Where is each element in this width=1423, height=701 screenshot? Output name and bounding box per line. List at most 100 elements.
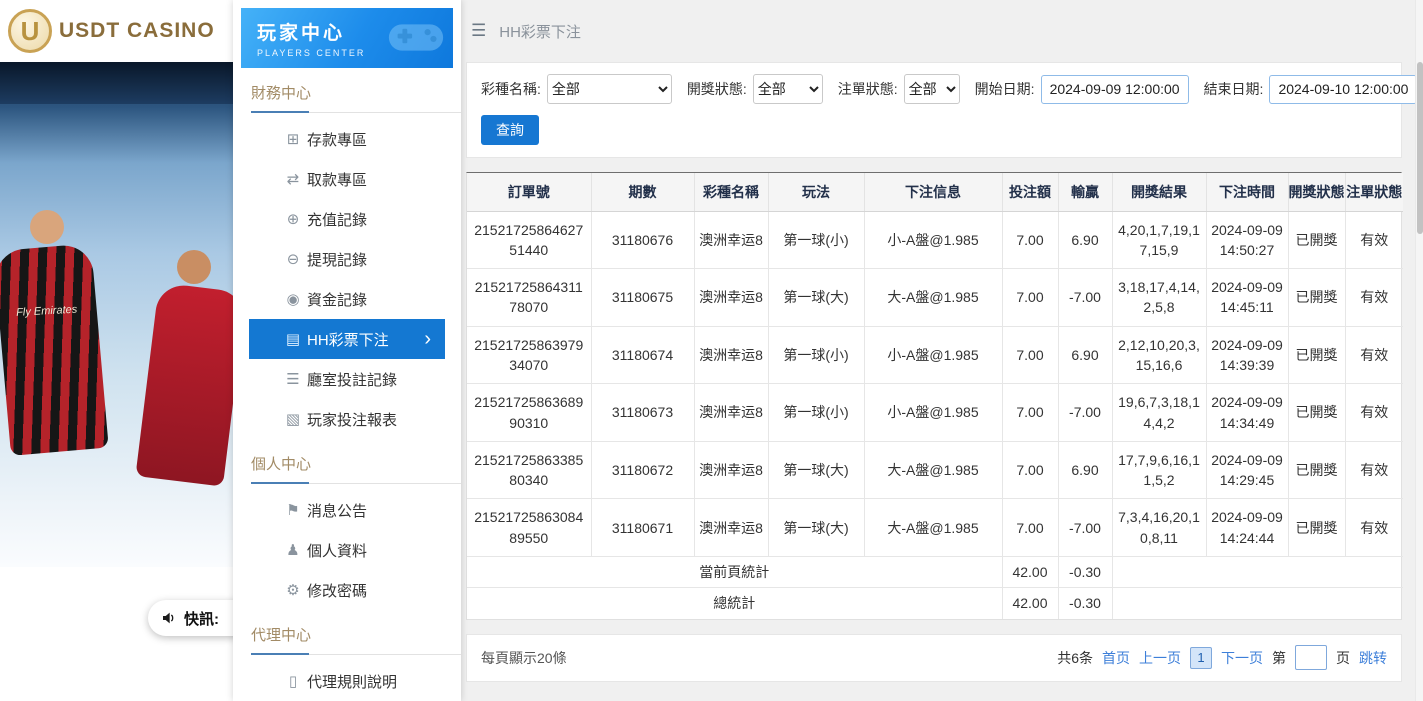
bet-cell: 31180672: [591, 441, 694, 499]
stadium-photo: Fly Emirates: [0, 62, 233, 567]
draw-status-select[interactable]: 全部: [753, 74, 823, 104]
sidebar-item-label: 提現記錄: [307, 249, 367, 270]
summary-cell: [1112, 588, 1403, 619]
sidebar-item-label: 代理規則說明: [307, 671, 397, 692]
section-title: 個人中心: [251, 453, 461, 484]
bet-cell: 31180675: [591, 269, 694, 327]
bet-cell: 第一球(小): [768, 326, 864, 384]
column-header: 開獎結果: [1112, 173, 1206, 211]
ticker-label: 快訊:: [184, 608, 219, 629]
sidebar-item-label: 個人資料: [307, 540, 367, 561]
first-page-link[interactable]: 首页: [1102, 648, 1130, 668]
fund-record-icon: ◉: [283, 290, 303, 308]
order-status-select[interactable]: 全部: [904, 74, 960, 104]
sidebar-item-player-bet-report[interactable]: ▧玩家投注報表: [249, 399, 445, 439]
bet-cell: 大-A盤@1.985: [864, 499, 1002, 557]
column-header: 下注時間: [1206, 173, 1288, 211]
bet-cell: 第一球(大): [768, 441, 864, 499]
bet-cell: 19,6,7,3,18,14,4,2: [1112, 384, 1206, 442]
bet-cell: 小-A盤@1.985: [864, 211, 1002, 269]
next-page-link[interactable]: 下一页: [1221, 648, 1263, 668]
bet-cell: 第一球(小): [768, 384, 864, 442]
sidebar-item-label: 取款專區: [307, 169, 367, 190]
bet-cell: 7.00: [1002, 269, 1058, 327]
scrollbar-thumb[interactable]: [1417, 62, 1423, 234]
striped-jersey: Fly Emirates: [0, 243, 109, 456]
logo-text: USDT CASINO: [59, 19, 215, 43]
summary-cell: 42.00: [1002, 557, 1058, 588]
bet-cell: 6.90: [1058, 211, 1112, 269]
current-page-badge[interactable]: 1: [1190, 647, 1212, 669]
section-title: 財務中心: [251, 82, 461, 113]
sidebar-item-label: 廳室投註記錄: [307, 369, 397, 390]
bet-cell: 2152172586368990310: [467, 384, 591, 442]
bet-cell: 有效: [1345, 326, 1403, 384]
lottery-name-select[interactable]: 全部: [547, 74, 672, 104]
user-icon: ♟: [283, 541, 303, 559]
bet-cell: 有效: [1345, 269, 1403, 327]
column-header: 開獎狀態: [1288, 173, 1345, 211]
sidebar-item-profile[interactable]: ♟個人資料: [249, 530, 445, 570]
bet-cell: 小-A盤@1.985: [864, 384, 1002, 442]
app-root: U USDT CASINO Fly Emirates 快訊:: [0, 0, 1423, 701]
sidebar-item-deposit-zone[interactable]: ⊞存款專區: [249, 119, 445, 159]
sidebar-item-withdraw-records[interactable]: ⊖提現記錄: [249, 239, 445, 279]
bet-cell: 7.00: [1002, 499, 1058, 557]
summary-row: 當前頁統計42.00-0.30: [467, 557, 1403, 588]
gear-icon: ⚙: [283, 581, 303, 599]
chevron-right-icon: ›: [424, 329, 431, 349]
bet-row: 215217258643117807031180675澳洲幸运8第一球(大)大-…: [467, 269, 1403, 327]
bet-cell: 2152172586462751440: [467, 211, 591, 269]
bet-cell: 31180674: [591, 326, 694, 384]
bet-row: 215217258639793407031180674澳洲幸运8第一球(小)小-…: [467, 326, 1403, 384]
bet-cell: 6.90: [1058, 326, 1112, 384]
end-date-input[interactable]: [1269, 75, 1417, 104]
page-jump-input[interactable]: [1295, 645, 1327, 670]
page-size-text: 每頁顯示20條: [481, 648, 567, 668]
section-title: 代理中心: [251, 624, 461, 655]
report-icon: ▧: [283, 410, 303, 428]
menu-toggle-icon[interactable]: ☰: [471, 21, 486, 41]
prev-page-link[interactable]: 上一页: [1139, 648, 1181, 668]
sidebar-item-announcements[interactable]: ⚑消息公告: [249, 490, 445, 530]
column-header: 投注額: [1002, 173, 1058, 211]
bet-cell: 有效: [1345, 499, 1403, 557]
bet-cell: -7.00: [1058, 384, 1112, 442]
query-button[interactable]: 查詢: [481, 115, 539, 145]
bet-cell: 31180671: [591, 499, 694, 557]
bet-cell: 大-A盤@1.985: [864, 441, 1002, 499]
main-topbar: ☰ HH彩票下注: [461, 0, 1415, 62]
sidebar-item-room-bet-records[interactable]: ☰廳室投註記錄: [249, 359, 445, 399]
bet-cell: 2024-09-09 14:29:45: [1206, 441, 1288, 499]
bet-cell: 2024-09-09 14:24:44: [1206, 499, 1288, 557]
sidebar-item-agent-rules[interactable]: ▯代理規則說明: [249, 661, 445, 701]
sidebar-item-change-password[interactable]: ⚙修改密碼: [249, 570, 445, 610]
recharge-record-icon: ⊕: [283, 210, 303, 228]
column-header: 訂單號: [467, 173, 591, 211]
summary-cell: 當前頁統計: [467, 557, 1002, 588]
usdt-casino-logo[interactable]: U USDT CASINO: [8, 9, 215, 53]
sidebar-item-withdraw-zone[interactable]: ⇄取款專區: [249, 159, 445, 199]
bet-cell: 第一球(大): [768, 499, 864, 557]
bet-cell: 2024-09-09 14:39:39: [1206, 326, 1288, 384]
main-content: ☰ HH彩票下注 彩種名稱: 全部 開獎狀態: 全部 注單狀態:: [461, 0, 1415, 701]
vertical-scrollbar[interactable]: [1415, 0, 1423, 701]
bet-cell: 31180673: [591, 384, 694, 442]
bet-cell: 2024-09-09 14:45:11: [1206, 269, 1288, 327]
bet-cell: 17,7,9,6,16,11,5,2: [1112, 441, 1206, 499]
start-date-input[interactable]: [1041, 75, 1189, 104]
sidebar-item-fund-records[interactable]: ◉資金記錄: [249, 279, 445, 319]
bet-cell: 澳洲幸运8: [694, 499, 768, 557]
table-body: 215217258646275144031180676澳洲幸运8第一球(小)小-…: [467, 211, 1403, 619]
sidebar-item-hh-lottery-bets[interactable]: ▤HH彩票下注›: [249, 319, 445, 359]
bet-cell: 7.00: [1002, 384, 1058, 442]
jump-button[interactable]: 跳转: [1359, 648, 1387, 668]
summary-row: 總統計42.00-0.30: [467, 588, 1403, 619]
filter-row: 彩種名稱: 全部 開獎狀態: 全部 注單狀態: 全部: [481, 74, 1387, 104]
pagination-bar: 每頁顯示20條 共6条 首页 上一页 1 下一页 第 页 跳转: [466, 634, 1402, 682]
sidebar-item-recharge-records[interactable]: ⊕充值記錄: [249, 199, 445, 239]
bet-cell: 大-A盤@1.985: [864, 269, 1002, 327]
player-head: [30, 210, 64, 244]
bet-cell: 澳洲幸运8: [694, 441, 768, 499]
bet-cell: 2024-09-09 14:50:27: [1206, 211, 1288, 269]
